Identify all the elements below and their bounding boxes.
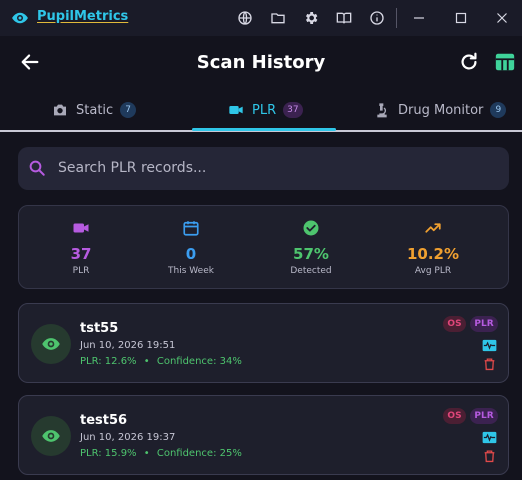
eye-logo-icon [12, 12, 28, 24]
eye-avatar-icon [31, 324, 71, 364]
stat-detected-label: Detected [290, 266, 332, 276]
table-view-icon[interactable] [494, 51, 516, 73]
eye-tag-badge: OS [443, 316, 466, 332]
record-separator: • [143, 448, 150, 459]
stat-this-week-label: This Week [168, 266, 214, 276]
record-confidence: Confidence: 25% [156, 448, 242, 459]
tab-drug-monitor-count: 9 [490, 102, 507, 118]
stats-panel: 37 PLR 0 This Week 57% Detected 10.2% Av… [18, 205, 509, 289]
refresh-icon[interactable] [458, 51, 480, 73]
record-name: tst55 [80, 321, 119, 336]
record-metrics: PLR: 15.9% • Confidence: 25% [80, 448, 242, 459]
tab-drug-monitor[interactable]: Drug Monitor 9 [374, 96, 507, 124]
record-separator: • [143, 356, 150, 367]
book-icon[interactable] [335, 9, 353, 27]
titlebar-separator [396, 8, 397, 28]
trash-icon[interactable] [481, 356, 497, 372]
stat-detected-value: 57% [293, 245, 329, 263]
trending-up-icon [425, 223, 441, 233]
search-icon [29, 160, 45, 176]
record-name: test56 [80, 413, 128, 428]
eye-avatar-icon [31, 416, 71, 456]
check-circle-icon [303, 220, 319, 236]
record-confidence: Confidence: 34% [156, 356, 242, 367]
search-input[interactable] [58, 156, 498, 180]
stat-plr-value: 37 [70, 245, 92, 263]
record-datetime: Jun 10, 2026 19:51 [80, 340, 176, 351]
waveform-icon[interactable] [481, 429, 497, 445]
microscope-icon [377, 103, 387, 118]
tab-drug-monitor-label: Drug Monitor [398, 102, 484, 118]
calendar-icon [183, 221, 199, 236]
tab-plr-count: 37 [283, 102, 303, 118]
record-plr: PLR: 15.9% [80, 448, 137, 459]
globe-icon[interactable] [236, 9, 254, 27]
stat-this-week-value: 0 [185, 245, 197, 263]
info-icon[interactable] [368, 9, 386, 27]
app-name: PupilMetrics [37, 9, 129, 24]
record-card[interactable]: tst55 Jun 10, 2026 19:51 PLR: 12.6% • Co… [18, 303, 509, 383]
tab-plr-label: PLR [252, 102, 277, 118]
trash-icon[interactable] [481, 448, 497, 464]
stat-plr-label: PLR [72, 266, 90, 276]
tab-static-label: Static [76, 102, 114, 118]
stat-plr: 37 PLR [21, 206, 141, 290]
stat-avg-plr-value: 10.2% [406, 245, 460, 263]
stat-avg-plr: 10.2% Avg PLR [373, 206, 493, 290]
maximize-button[interactable] [451, 8, 471, 28]
gear-icon[interactable] [302, 9, 320, 27]
tab-plr[interactable]: PLR 37 [228, 96, 303, 124]
record-metrics: PLR: 12.6% • Confidence: 34% [80, 356, 242, 367]
type-tag-badge: PLR [470, 316, 498, 332]
camera-icon [54, 104, 66, 116]
folder-icon[interactable] [269, 9, 287, 27]
stat-this-week: 0 This Week [131, 206, 251, 290]
tab-static-count: 7 [120, 102, 137, 118]
record-card[interactable]: test56 Jun 10, 2026 19:37 PLR: 15.9% • C… [18, 395, 509, 475]
close-button[interactable] [492, 8, 512, 28]
active-tab-indicator [192, 128, 336, 131]
record-plr: PLR: 12.6% [80, 356, 137, 367]
type-tag-badge: PLR [470, 408, 498, 424]
stat-avg-plr-label: Avg PLR [414, 266, 452, 276]
eye-tag-badge: OS [443, 408, 466, 424]
record-datetime: Jun 10, 2026 19:37 [80, 432, 176, 443]
search-bar [18, 147, 509, 190]
video-icon [73, 223, 89, 233]
title-bar: PupilMetrics [0, 0, 522, 36]
stat-detected: 57% Detected [251, 206, 371, 290]
page-title: Scan History [196, 52, 326, 73]
tab-static[interactable]: Static 7 [52, 96, 137, 124]
video-icon [229, 106, 243, 114]
minimize-button[interactable] [409, 8, 429, 28]
waveform-icon[interactable] [481, 337, 497, 353]
